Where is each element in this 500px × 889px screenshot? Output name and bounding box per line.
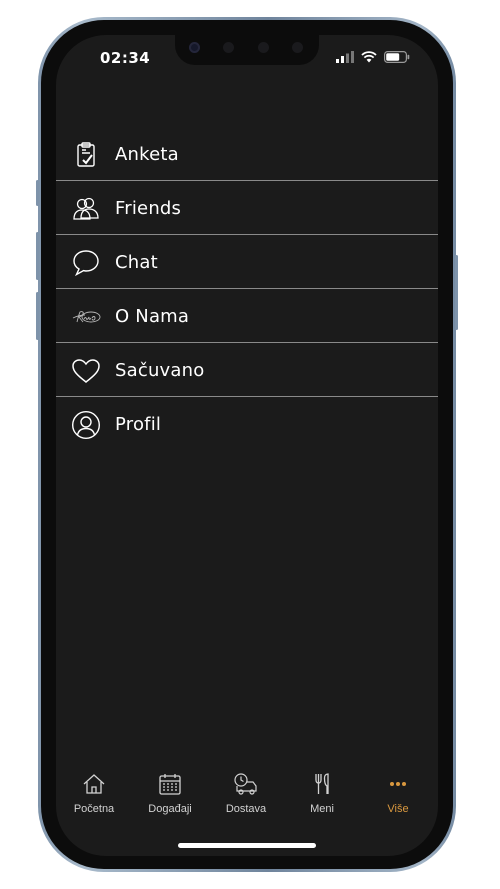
- home-icon: [83, 774, 105, 794]
- tab-dostava[interactable]: Dostava: [208, 770, 284, 820]
- notch: [175, 35, 319, 65]
- tab-label: Više: [387, 803, 409, 815]
- delivery-truck-icon: [234, 773, 257, 795]
- wifi-icon: [361, 51, 377, 63]
- menu-item-friends[interactable]: Friends: [56, 181, 438, 235]
- volume-down-button: [36, 292, 39, 340]
- app-screen: 02:34 Anketa Friends Chat O Nama Sačuvan…: [56, 35, 438, 856]
- menu-item-label: Anketa: [115, 144, 179, 165]
- tab-meni[interactable]: Meni: [284, 770, 360, 820]
- tab-label: Početna: [73, 803, 115, 815]
- more-menu: Anketa Friends Chat O Nama Sačuvano Prof…: [56, 127, 438, 451]
- sensor-dot: [223, 42, 234, 53]
- fork-knife-icon: [315, 773, 329, 794]
- action-button: [36, 180, 39, 206]
- tab-label: Meni: [310, 803, 334, 815]
- menu-item-anketa[interactable]: Anketa: [56, 127, 438, 181]
- menu-item-chat[interactable]: Chat: [56, 235, 438, 289]
- cellular-signal-icon: [336, 51, 354, 63]
- friends-icon: [73, 197, 99, 220]
- menu-item-label: Friends: [115, 198, 182, 219]
- menu-item-label: Profil: [115, 414, 162, 435]
- bottom-tab-bar: Početna Događaji Dostava Meni Više: [56, 770, 438, 820]
- battery-icon: [384, 51, 410, 63]
- more-dots-icon: [390, 782, 406, 786]
- menu-item-label: O Nama: [115, 306, 190, 327]
- menu-item-label: Sačuvano: [115, 360, 205, 381]
- tab-pocetna[interactable]: Početna: [56, 770, 132, 820]
- volume-up-button: [36, 232, 39, 280]
- front-camera: [189, 42, 200, 53]
- menu-item-profil[interactable]: Profil: [56, 397, 438, 451]
- sensor-dot: [258, 42, 269, 53]
- menu-item-sacuvano[interactable]: Sačuvano: [56, 343, 438, 397]
- tab-label: Događaji: [148, 803, 192, 815]
- status-icons: [336, 50, 410, 64]
- tab-vise[interactable]: Više: [360, 770, 436, 820]
- home-indicator[interactable]: [178, 843, 316, 848]
- chat-bubble-icon: [73, 250, 99, 277]
- tab-label: Dostava: [225, 803, 267, 815]
- user-circle-icon: [71, 410, 101, 440]
- clipboard-check-icon: [77, 142, 95, 167]
- power-button: [455, 255, 458, 330]
- calendar-icon: [159, 774, 181, 795]
- heart-icon: [72, 359, 100, 383]
- status-time: 02:34: [100, 49, 151, 67]
- tab-dogadjaji[interactable]: Događaji: [132, 770, 208, 820]
- sensor-dot: [292, 42, 303, 53]
- menu-item-label: Chat: [115, 252, 158, 273]
- signature-logo-icon: [72, 311, 101, 323]
- menu-item-o-nama[interactable]: O Nama: [56, 289, 438, 343]
